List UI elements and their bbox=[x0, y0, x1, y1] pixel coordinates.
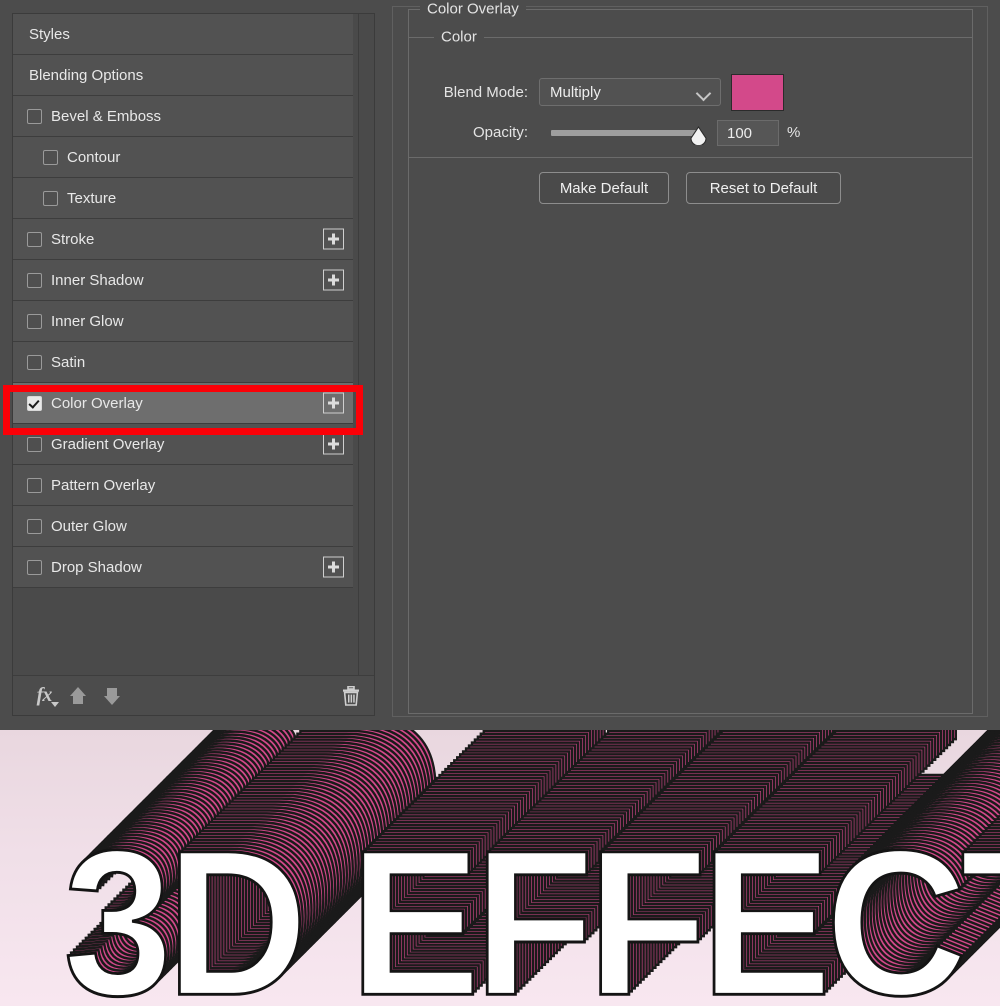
fx-icon[interactable]: fx bbox=[27, 679, 61, 713]
checkbox-unchecked[interactable] bbox=[27, 313, 42, 329]
opacity-value: 100 bbox=[727, 124, 753, 142]
styles-list-item-satin[interactable]: Satin bbox=[13, 342, 353, 383]
checkbox-unchecked[interactable] bbox=[27, 559, 42, 575]
move-effect-up-button[interactable] bbox=[61, 679, 95, 713]
styles-list-item-label: Inner Glow bbox=[51, 312, 124, 330]
fx-label: fx bbox=[36, 684, 53, 706]
reset-to-default-button[interactable]: Reset to Default bbox=[686, 172, 841, 204]
add-effect-plus-icon[interactable] bbox=[323, 269, 344, 291]
blend-mode-value: Multiply bbox=[550, 83, 601, 101]
styles-list-item-pattern-overlay[interactable]: Pattern Overlay bbox=[13, 465, 353, 506]
styles-list-item-label: Texture bbox=[67, 189, 117, 207]
blend-mode-label: Blend Mode: bbox=[443, 84, 528, 101]
styles-list-item-label: Inner Shadow bbox=[51, 271, 144, 289]
add-effect-plus-icon[interactable] bbox=[323, 392, 344, 414]
styles-list-item-label: Outer Glow bbox=[51, 517, 127, 535]
styles-list-item-gradient-overlay[interactable]: Gradient Overlay bbox=[13, 424, 353, 465]
opacity-label: Opacity: bbox=[472, 124, 528, 141]
styles-list-toolbar: fx bbox=[13, 675, 374, 715]
color-overlay-group-title: Color Overlay bbox=[420, 1, 526, 17]
styles-list-item-label: Styles bbox=[29, 25, 70, 43]
styles-list-item-outer-glow[interactable]: Outer Glow bbox=[13, 506, 353, 547]
styles-list-item-inner-shadow[interactable]: Inner Shadow bbox=[13, 260, 353, 301]
styles-list-item-blending-options[interactable]: Blending Options bbox=[13, 55, 353, 96]
styles-list-item-label: Color Overlay bbox=[51, 394, 143, 412]
blend-mode-select[interactable]: Multiply bbox=[539, 78, 721, 106]
checkbox-unchecked[interactable] bbox=[27, 436, 42, 452]
move-effect-down-button[interactable] bbox=[95, 679, 129, 713]
styles-list-item-label: Satin bbox=[51, 353, 86, 371]
artwork-preview: 3D EFFECT bbox=[0, 730, 1000, 1006]
styles-list-item-label: Bevel & Emboss bbox=[51, 107, 162, 125]
add-effect-plus-icon[interactable] bbox=[323, 228, 344, 250]
add-effect-plus-icon[interactable] bbox=[323, 433, 344, 455]
styles-list-item-texture[interactable]: Texture bbox=[13, 178, 353, 219]
checkbox-unchecked[interactable] bbox=[27, 272, 42, 288]
checkbox-unchecked[interactable] bbox=[43, 149, 58, 165]
styles-list-item-label: Contour bbox=[67, 148, 121, 166]
list-scroll-divider bbox=[358, 14, 359, 676]
checkbox-unchecked[interactable] bbox=[27, 354, 42, 370]
layer-style-dialog: Styles Blending Options Bevel & Emboss Cont… bbox=[0, 0, 1000, 730]
styles-list-item-label: Blending Options bbox=[29, 66, 144, 84]
checkbox-unchecked[interactable] bbox=[27, 477, 42, 493]
styles-list-item-drop-shadow[interactable]: Drop Shadow bbox=[13, 547, 353, 588]
styles-list-item-label: Pattern Overlay bbox=[51, 476, 156, 494]
opacity-slider-track[interactable] bbox=[551, 130, 701, 136]
checkbox-checked[interactable] bbox=[27, 395, 42, 411]
text-front-face bbox=[62, 805, 1000, 1006]
make-default-button[interactable]: Make Default bbox=[539, 172, 669, 204]
opacity-input[interactable]: 100 bbox=[717, 120, 779, 146]
slider-thumb-icon bbox=[690, 126, 707, 147]
styles-list-item-inner-glow[interactable]: Inner Glow bbox=[13, 301, 353, 342]
3d-text-artwork: 3D EFFECT bbox=[62, 730, 1000, 1006]
color-subgroup-title: Color bbox=[434, 29, 484, 45]
styles-list-item-label: Drop Shadow bbox=[51, 558, 142, 576]
add-effect-plus-icon[interactable] bbox=[323, 556, 344, 578]
styles-list-item-label: Stroke bbox=[51, 230, 95, 248]
checkbox-unchecked[interactable] bbox=[27, 231, 42, 247]
styles-list-item-bevel-emboss[interactable]: Bevel & Emboss bbox=[13, 96, 353, 137]
arrow-down-icon bbox=[104, 687, 120, 705]
trash-icon bbox=[343, 685, 359, 706]
arrow-up-icon bbox=[70, 686, 86, 705]
styles-list-item-stroke[interactable]: Stroke bbox=[13, 219, 353, 260]
styles-list-panel: Styles Blending Options Bevel & Emboss Cont… bbox=[12, 13, 375, 716]
checkbox-unchecked[interactable] bbox=[43, 190, 58, 206]
checkbox-unchecked[interactable] bbox=[27, 108, 42, 124]
opacity-unit: % bbox=[787, 124, 801, 141]
styles-list-item-color-overlay[interactable]: Color Overlay bbox=[13, 383, 353, 424]
styles-list-item-styles[interactable]: Styles bbox=[13, 14, 353, 55]
fx-caret-icon bbox=[51, 701, 59, 707]
styles-list[interactable]: Styles Blending Options Bevel & Emboss Cont… bbox=[13, 14, 353, 676]
screenshot-root: Styles Blending Options Bevel & Emboss Cont… bbox=[0, 0, 1000, 1006]
styles-list-item-contour[interactable]: Contour bbox=[13, 137, 353, 178]
styles-list-item-label: Gradient Overlay bbox=[51, 435, 165, 453]
chevron-down-icon bbox=[695, 85, 712, 102]
delete-effect-button[interactable] bbox=[342, 685, 360, 706]
opacity-slider-thumb[interactable] bbox=[689, 126, 708, 147]
color-swatch[interactable] bbox=[731, 74, 784, 111]
checkbox-unchecked[interactable] bbox=[27, 518, 42, 534]
